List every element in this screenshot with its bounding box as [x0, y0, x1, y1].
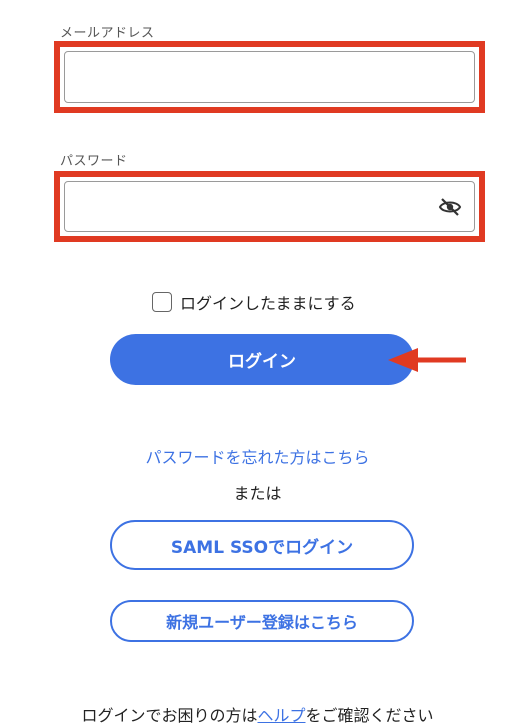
password-label: パスワード [60, 154, 128, 169]
left-arrow-icon [388, 348, 466, 372]
forgot-password-link[interactable]: パスワードを忘れた方はこちら [0, 444, 515, 468]
password-input[interactable] [64, 181, 475, 232]
email-highlight-box [54, 41, 485, 113]
help-link[interactable]: ヘルプ [257, 706, 305, 725]
footer-help-text: ログインでお困りの方はヘルプをご確認ください [0, 702, 515, 726]
remember-label: ログインしたままにする [180, 294, 356, 313]
or-separator: または [233, 484, 282, 503]
email-input[interactable] [64, 51, 475, 103]
eye-off-icon[interactable] [438, 195, 462, 219]
footer-text-after: をご確認ください [305, 706, 434, 725]
password-highlight-box [54, 171, 485, 242]
remember-checkbox[interactable] [152, 292, 172, 312]
remember-me-row[interactable]: ログインしたままにする [152, 290, 356, 314]
saml-sso-button[interactable]: SAML SSOでログイン [110, 520, 414, 570]
email-label: メールアドレス [60, 26, 155, 41]
login-button[interactable]: ログイン [110, 334, 414, 385]
register-button[interactable]: 新規ユーザー登録はこちら [110, 600, 414, 642]
footer-text-before: ログインでお困りの方は [81, 706, 258, 725]
